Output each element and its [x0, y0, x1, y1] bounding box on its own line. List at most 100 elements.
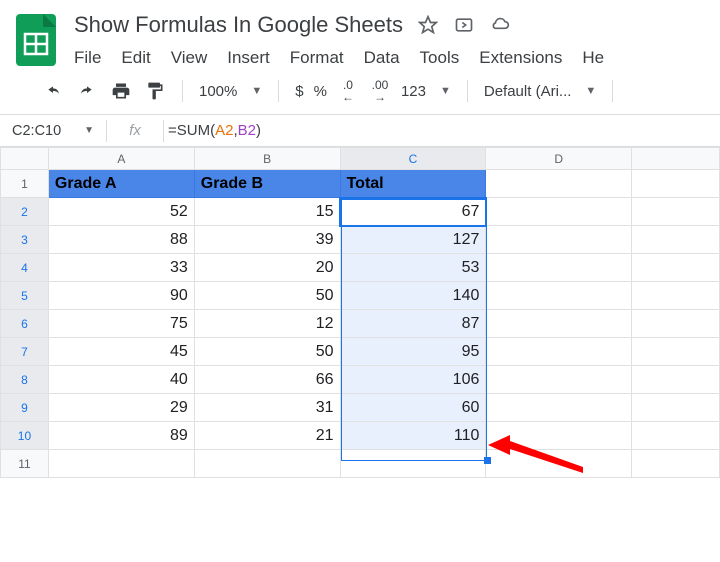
cell[interactable]: 52	[48, 198, 194, 226]
cell[interactable]	[486, 170, 632, 198]
cell[interactable]	[632, 198, 720, 226]
cell[interactable]	[632, 170, 720, 198]
cell[interactable]	[486, 394, 632, 422]
row-header[interactable]: 7	[1, 338, 49, 366]
cloud-icon[interactable]	[489, 14, 511, 36]
cell[interactable]	[632, 394, 720, 422]
cell[interactable]: 66	[194, 366, 340, 394]
zoom-dropdown[interactable]: 100%▼	[199, 83, 262, 100]
cell[interactable]: Total	[340, 170, 486, 198]
menu-data[interactable]: Data	[364, 48, 400, 68]
cell[interactable]	[632, 450, 720, 478]
cell[interactable]: 29	[48, 394, 194, 422]
select-all-corner[interactable]	[1, 148, 49, 170]
menu-file[interactable]: File	[74, 48, 101, 68]
sheets-logo[interactable]	[12, 10, 60, 70]
row-header[interactable]: 1	[1, 170, 49, 198]
cell[interactable]	[486, 310, 632, 338]
cell[interactable]: 50	[194, 338, 340, 366]
cell[interactable]	[486, 226, 632, 254]
cell[interactable]	[486, 198, 632, 226]
cell[interactable]: Grade B	[194, 170, 340, 198]
cell[interactable]	[632, 254, 720, 282]
cell[interactable]	[194, 450, 340, 478]
move-icon[interactable]	[453, 14, 475, 36]
cell[interactable]: 40	[48, 366, 194, 394]
increase-decimal-icon[interactable]: .00→	[369, 80, 391, 102]
format-percent[interactable]: %	[314, 83, 327, 100]
row-header[interactable]: 11	[1, 450, 49, 478]
cell[interactable]: 87	[340, 310, 486, 338]
spreadsheet-grid[interactable]: A B C D 1 Grade A Grade B Total 2521567 …	[0, 147, 720, 478]
col-header-c[interactable]: C	[340, 148, 486, 170]
cell[interactable]: 45	[48, 338, 194, 366]
cell[interactable]: 127	[340, 226, 486, 254]
col-header-d[interactable]: D	[486, 148, 632, 170]
name-box[interactable]: C2:C10▼	[6, 123, 102, 139]
col-header-e[interactable]	[632, 148, 720, 170]
menu-format[interactable]: Format	[290, 48, 344, 68]
cell[interactable]: 31	[194, 394, 340, 422]
cell-active[interactable]: 67	[340, 198, 486, 226]
cell[interactable]: 15	[194, 198, 340, 226]
cell[interactable]: 33	[48, 254, 194, 282]
paint-format-icon[interactable]	[144, 80, 166, 102]
cell[interactable]: 95	[340, 338, 486, 366]
cell[interactable]: Grade A	[48, 170, 194, 198]
cell[interactable]: 106	[340, 366, 486, 394]
row-header[interactable]: 10	[1, 422, 49, 450]
fx-icon: fx	[111, 122, 159, 139]
cell[interactable]	[340, 450, 486, 478]
font-dropdown[interactable]: Default (Ari...▼	[484, 83, 596, 100]
formula-bar[interactable]: =SUM(A2,B2)	[168, 122, 261, 139]
cell[interactable]	[632, 282, 720, 310]
row-header[interactable]: 5	[1, 282, 49, 310]
row-header[interactable]: 3	[1, 226, 49, 254]
cell[interactable]: 110	[340, 422, 486, 450]
cell[interactable]: 60	[340, 394, 486, 422]
cell[interactable]	[632, 422, 720, 450]
row-header[interactable]: 8	[1, 366, 49, 394]
cell[interactable]	[486, 338, 632, 366]
format-currency[interactable]: $	[295, 83, 303, 100]
row-header[interactable]: 6	[1, 310, 49, 338]
cell[interactable]: 88	[48, 226, 194, 254]
undo-icon[interactable]	[42, 80, 64, 102]
cell[interactable]: 140	[340, 282, 486, 310]
cell[interactable]: 12	[194, 310, 340, 338]
cell[interactable]	[632, 338, 720, 366]
row-header[interactable]: 4	[1, 254, 49, 282]
cell[interactable]	[486, 282, 632, 310]
cell[interactable]	[632, 310, 720, 338]
cell[interactable]	[486, 254, 632, 282]
cell[interactable]: 53	[340, 254, 486, 282]
cell[interactable]	[486, 366, 632, 394]
menu-bar: File Edit View Insert Format Data Tools …	[74, 48, 708, 68]
cell[interactable]: 20	[194, 254, 340, 282]
menu-view[interactable]: View	[171, 48, 208, 68]
redo-icon[interactable]	[76, 80, 98, 102]
menu-extensions[interactable]: Extensions	[479, 48, 562, 68]
format-more-dropdown[interactable]: 123▼	[401, 83, 451, 100]
row-header[interactable]: 2	[1, 198, 49, 226]
cell[interactable]: 50	[194, 282, 340, 310]
cell[interactable]: 90	[48, 282, 194, 310]
cell[interactable]: 21	[194, 422, 340, 450]
menu-edit[interactable]: Edit	[121, 48, 150, 68]
col-header-b[interactable]: B	[194, 148, 340, 170]
cell[interactable]	[632, 366, 720, 394]
print-icon[interactable]	[110, 80, 132, 102]
cell[interactable]	[632, 226, 720, 254]
cell[interactable]: 75	[48, 310, 194, 338]
menu-tools[interactable]: Tools	[420, 48, 460, 68]
cell[interactable]: 39	[194, 226, 340, 254]
document-title[interactable]: Show Formulas In Google Sheets	[74, 12, 403, 38]
menu-insert[interactable]: Insert	[227, 48, 270, 68]
cell[interactable]: 89	[48, 422, 194, 450]
row-header[interactable]: 9	[1, 394, 49, 422]
col-header-a[interactable]: A	[48, 148, 194, 170]
menu-help[interactable]: He	[582, 48, 604, 68]
decrease-decimal-icon[interactable]: .0←	[337, 80, 359, 102]
star-icon[interactable]	[417, 14, 439, 36]
cell[interactable]	[48, 450, 194, 478]
